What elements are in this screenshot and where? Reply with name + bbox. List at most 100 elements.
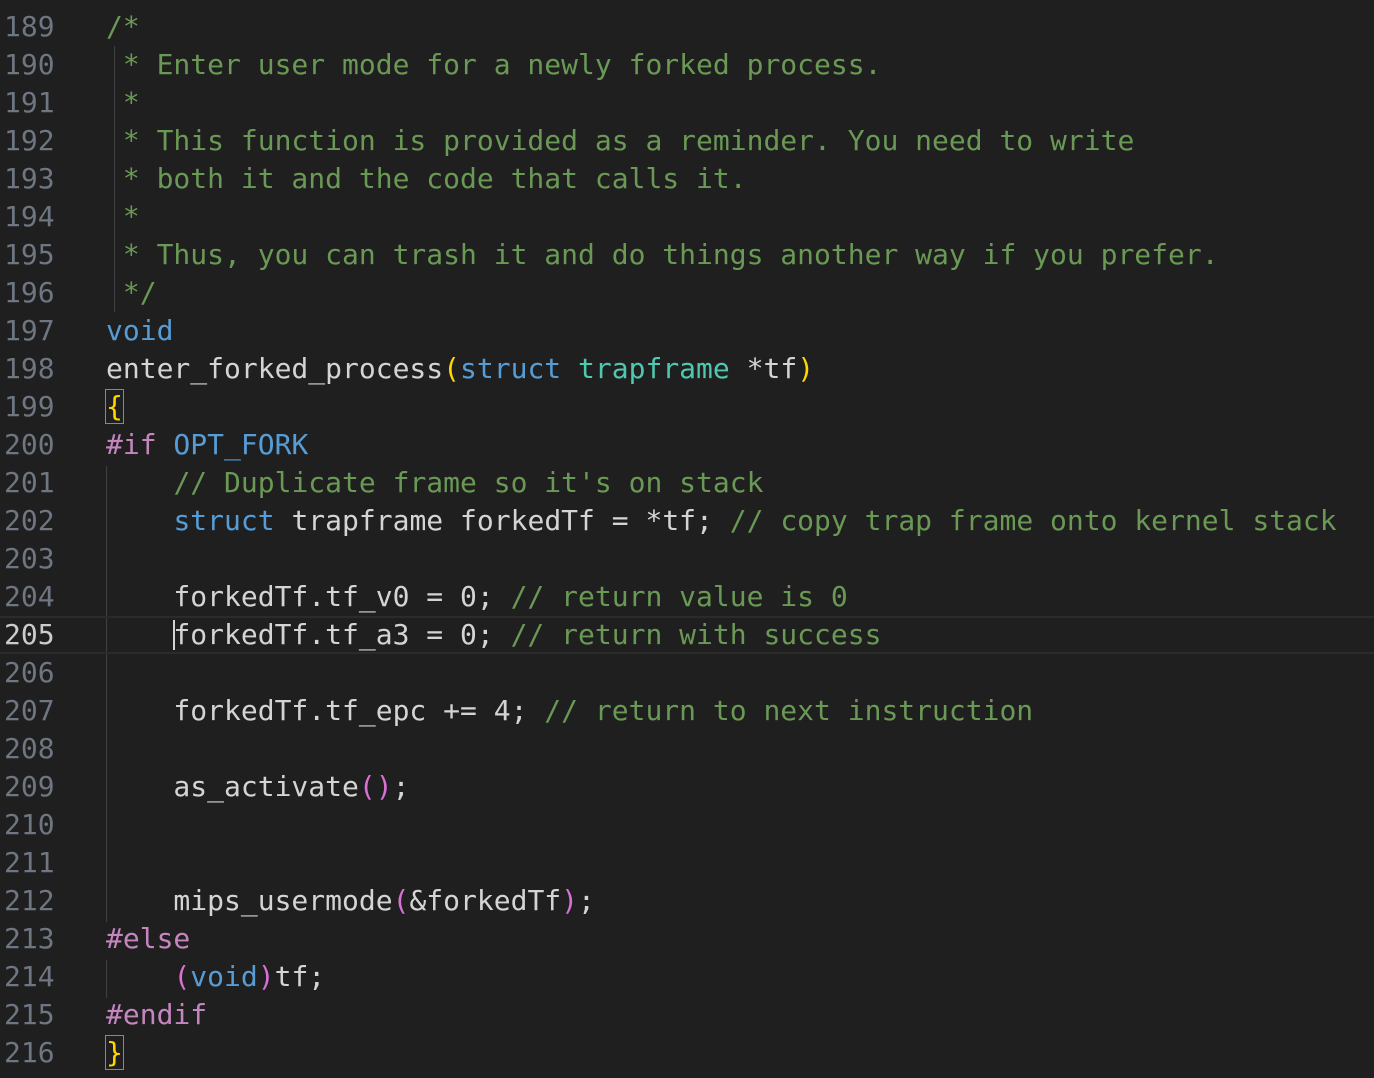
code-line[interactable]: 195 * Thus, you can trash it and do thin…	[0, 236, 1374, 274]
code-token: mips_usermode	[106, 884, 393, 917]
line-code: * Enter user mode for a newly forked pro…	[106, 46, 882, 84]
code-line[interactable]: 214 (void)tf;	[0, 958, 1374, 996]
code-token: // return to next instruction	[544, 694, 1034, 727]
code-token: as_activate	[106, 770, 359, 803]
code-line[interactable]: 192 * This function is provided as a rem…	[0, 122, 1374, 160]
code-line[interactable]: 191 *	[0, 84, 1374, 122]
line-code: * This function is provided as a reminde…	[106, 122, 1134, 160]
line-code: void	[106, 312, 173, 350]
code-line[interactable]: 189 /*	[0, 8, 1374, 46]
code-token: )	[797, 352, 815, 385]
code-line[interactable]: 204 forkedTf.tf_v0 = 0; // return value …	[0, 578, 1374, 616]
code-line[interactable]: 202 struct trapframe forkedTf = *tf; // …	[0, 502, 1374, 540]
line-number: 208	[4, 732, 55, 765]
code-line[interactable]: 198 enter_forked_process(struct trapframe…	[0, 350, 1374, 388]
code-token: struct	[173, 504, 275, 537]
line-code: struct trapframe forkedTf = *tf; // copy…	[106, 502, 1336, 540]
code-line[interactable]: 212 mips_usermode(&forkedTf);	[0, 882, 1374, 920]
line-code: #if OPT_FORK	[106, 426, 308, 464]
line-number: 196	[4, 276, 55, 309]
line-number: 216	[4, 1036, 55, 1069]
code-line[interactable]: 216}	[0, 1034, 1374, 1072]
line-number: 205	[4, 618, 55, 651]
code-token: */	[106, 276, 157, 309]
code-token: {	[105, 389, 124, 424]
line-code: }	[105, 1034, 124, 1072]
code-token: // return with success	[510, 618, 882, 651]
code-token: * both it and the code that calls it.	[106, 162, 747, 195]
line-number: 201	[4, 466, 55, 499]
code-token: * Thus, you can trash it and do things a…	[106, 238, 1219, 271]
line-number: 197	[4, 314, 55, 347]
code-token: (	[173, 960, 191, 993]
code-token: // return value is 0	[510, 580, 848, 613]
code-line[interactable]: 210	[0, 806, 1374, 844]
code-line[interactable]: 215 #endif	[0, 996, 1374, 1034]
line-code: as_activate();	[106, 768, 409, 806]
code-token: }	[105, 1035, 124, 1070]
code-token: *	[106, 86, 140, 119]
line-number: 211	[4, 846, 55, 879]
line-number: 194	[4, 200, 55, 233]
code-token: ;	[578, 884, 595, 917]
line-number: 210	[4, 808, 55, 841]
code-line[interactable]: 207 forkedTf.tf_epc += 4; // return to n…	[0, 692, 1374, 730]
code-token: #else	[106, 922, 191, 955]
code-line[interactable]: 208	[0, 730, 1374, 768]
code-token: )	[561, 884, 579, 917]
text-cursor	[173, 620, 175, 650]
code-token: OPT_FORK	[156, 428, 309, 461]
code-token: forkedTf.tf_epc += 4;	[106, 694, 545, 727]
code-token: enter_forked_process	[106, 352, 444, 385]
code-line[interactable]: 200 #if OPT_FORK	[0, 426, 1374, 464]
code-token: trapframe	[578, 352, 730, 385]
code-line[interactable]: 203	[0, 540, 1374, 578]
line-code: *	[106, 84, 140, 122]
line-code: *	[106, 198, 140, 236]
line-number: 193	[4, 162, 55, 195]
line-number: 192	[4, 124, 55, 157]
line-code: * Thus, you can trash it and do things a…	[106, 236, 1219, 274]
code-line[interactable]: 213 #else	[0, 920, 1374, 958]
code-token: void	[106, 314, 174, 347]
code-token: forkedTf.tf_v0 = 0;	[106, 580, 511, 613]
line-number: 203	[4, 542, 55, 575]
code-line[interactable]: 211	[0, 844, 1374, 882]
line-number: 200	[4, 428, 55, 461]
line-code: mips_usermode(&forkedTf);	[106, 882, 595, 920]
line-code: */	[106, 274, 157, 312]
line-number: 213	[4, 922, 55, 955]
line-code: forkedTf.tf_a3 = 0; // return with succe…	[106, 618, 881, 652]
line-code: forkedTf.tf_v0 = 0; // return value is 0	[106, 578, 848, 616]
code-token: ;	[392, 770, 410, 803]
code-line[interactable]: 193 * both it and the code that calls it…	[0, 160, 1374, 198]
code-line[interactable]: 209 as_activate();	[0, 768, 1374, 806]
code-line[interactable]: 199 {	[0, 388, 1374, 426]
line-number: 209	[4, 770, 55, 803]
line-number: 215	[4, 998, 55, 1031]
code-line[interactable]: 201 // Duplicate frame so it's on stack	[0, 464, 1374, 502]
code-token: struct	[460, 352, 562, 385]
line-number: 214	[4, 960, 55, 993]
code-token: )	[257, 960, 275, 993]
line-number: 204	[4, 580, 55, 613]
code-line[interactable]: 196 */	[0, 274, 1374, 312]
code-line[interactable]: 206	[0, 654, 1374, 692]
line-code: {	[105, 388, 124, 426]
code-line[interactable]: 197 void	[0, 312, 1374, 350]
code-token: &forkedTf	[409, 884, 562, 917]
code-line[interactable]: 194 *	[0, 198, 1374, 236]
code-line[interactable]: 205 forkedTf.tf_a3 = 0; // return with s…	[0, 616, 1374, 654]
code-editor[interactable]: 189/* 190 * Enter user mode for a newly f…	[0, 0, 1374, 1078]
line-code: // Duplicate frame so it's on stack	[106, 464, 763, 502]
code-token: #if	[106, 428, 157, 461]
code-token: forkedTf.tf_a3 = 0;	[106, 618, 511, 651]
line-number: 212	[4, 884, 55, 917]
line-code: #endif	[106, 996, 207, 1034]
line-number: 202	[4, 504, 55, 537]
code-line[interactable]: 190 * Enter user mode for a newly forked…	[0, 46, 1374, 84]
line-code: (void)tf;	[106, 958, 325, 996]
